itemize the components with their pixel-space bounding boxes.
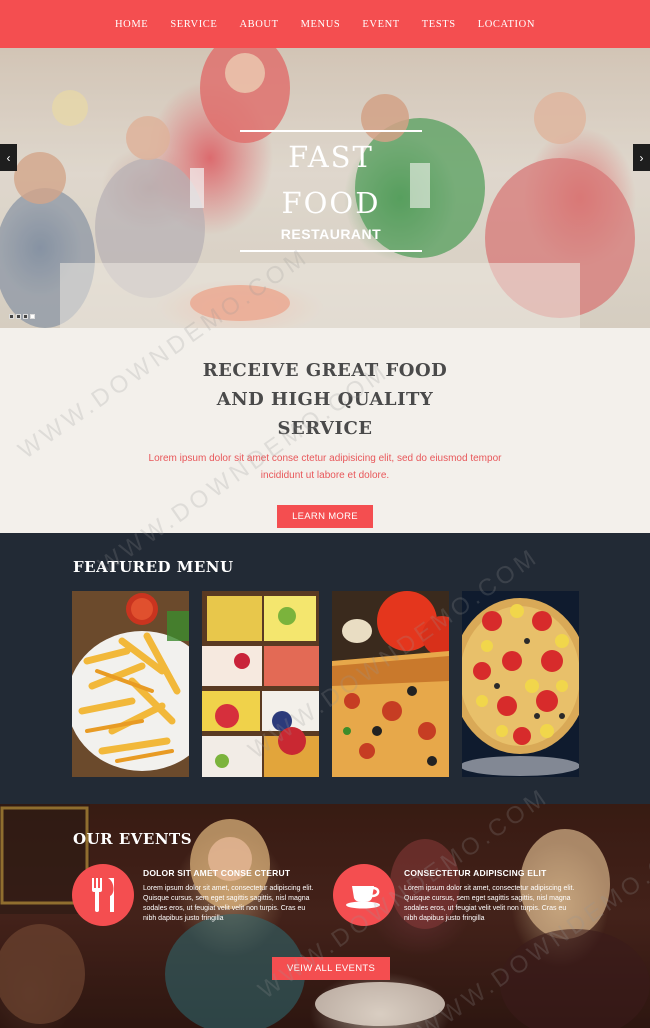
chevron-left-icon: ‹ (6, 150, 11, 165)
intro-heading-line1: RECEIVE GREAT FOOD (202, 360, 448, 381)
veggie-pizza-image (462, 591, 579, 777)
event-title-1: DOLOR SIT AMET CONSE CTERUT (143, 868, 291, 878)
coffee-cup-icon (333, 864, 395, 926)
slider-dot[interactable] (23, 314, 28, 319)
hero-slider: ‹ › FAST FOOD RESTAURANT (0, 48, 650, 328)
menu-item-tarts[interactable] (202, 591, 319, 777)
hero-title-line2: FOOD (281, 186, 381, 220)
hero-title-line1: FAST (288, 140, 374, 174)
slider-pagination (9, 314, 35, 319)
nav-about[interactable]: ABOUT (228, 19, 289, 30)
nav-home[interactable]: HOME (104, 19, 159, 30)
event-title-2: CONSECTETUR ADIPISCING ELIT (404, 868, 547, 878)
nav-menus[interactable]: MENUS (290, 19, 352, 30)
nav-service[interactable]: SERVICE (159, 19, 228, 30)
hero-subtitle: RESTAURANT (280, 226, 382, 242)
hero-title-box: FAST FOOD RESTAURANT (240, 130, 422, 252)
intro-section: RECEIVE GREAT FOOD AND HIGH QUALITY SERV… (0, 328, 650, 533)
fork-knife-icon (72, 864, 134, 926)
prev-slide-button[interactable]: ‹ (0, 144, 17, 171)
intro-heading-line3: SERVICE (277, 418, 373, 439)
event-text-1: Lorem ipsum dolor sit amet, consectetur … (143, 885, 314, 922)
event-body-1: DOLOR SIT AMET CONSE CTERUT Lorem ipsum … (143, 868, 315, 924)
slider-dot[interactable] (16, 314, 21, 319)
next-slide-button[interactable]: › (633, 144, 650, 171)
menu-item-pizza[interactable] (332, 591, 449, 777)
intro-text: Lorem ipsum dolor sit amet conse ctetur … (148, 453, 502, 481)
events-section: OUR EVENTS DOLOR SIT AMET CONSE CTERUT L… (0, 804, 650, 1028)
nav-tests[interactable]: TESTS (411, 19, 467, 30)
learn-more-button[interactable]: LEARN MORE (277, 505, 373, 528)
nav-event[interactable]: EVENT (351, 19, 410, 30)
menu-item-veggie-pizza[interactable] (462, 591, 579, 777)
main-nav: HOME SERVICE ABOUT MENUS EVENT TESTS LOC… (0, 0, 650, 48)
featured-menu-title: FEATURED MENU (73, 558, 234, 576)
event-text-2: Lorem ipsum dolor sit amet, consectetur … (404, 885, 575, 922)
pizza-slice-image (332, 591, 449, 777)
fries-image (72, 591, 189, 777)
event-body-2: CONSECTETUR ADIPISCING ELIT Lorem ipsum … (404, 868, 576, 924)
intro-heading: RECEIVE GREAT FOOD AND HIGH QUALITY SERV… (0, 356, 650, 443)
nav-location[interactable]: LOCATION (467, 19, 546, 30)
hero-divider-bottom (240, 250, 422, 252)
chevron-right-icon: › (639, 150, 644, 165)
slider-dot[interactable] (9, 314, 14, 319)
events-title: OUR EVENTS (73, 830, 193, 848)
hero-divider-top (240, 130, 422, 132)
featured-menu-section: FEATURED MENU (0, 533, 650, 804)
slider-dot[interactable] (30, 314, 35, 319)
tarts-image (202, 591, 319, 777)
view-all-events-button[interactable]: VEIW ALL EVENTS (272, 957, 391, 980)
menu-item-fries[interactable] (72, 591, 189, 777)
intro-heading-line2: AND HIGH QUALITY (216, 389, 434, 410)
